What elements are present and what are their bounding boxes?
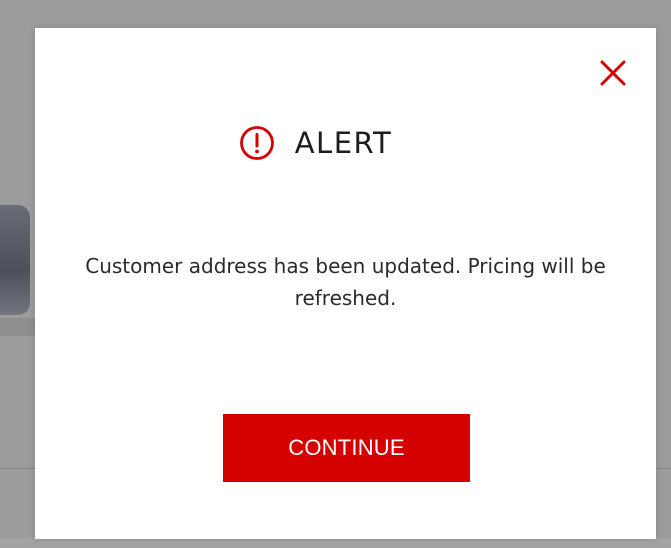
alert-dialog: ALERT Customer address has been updated.… (35, 28, 656, 539)
background-product-shadow (0, 318, 40, 336)
close-icon (600, 60, 626, 86)
background-footer-strip (0, 538, 671, 548)
dialog-title: ALERT (294, 126, 393, 160)
dialog-message: Customer address has been updated. Prici… (85, 254, 606, 310)
dialog-header: ALERT (35, 125, 656, 161)
background-product-image (0, 205, 30, 315)
exclamation-circle-icon (239, 125, 275, 161)
close-button[interactable] (598, 58, 628, 88)
continue-button[interactable]: CONTINUE (223, 414, 470, 482)
